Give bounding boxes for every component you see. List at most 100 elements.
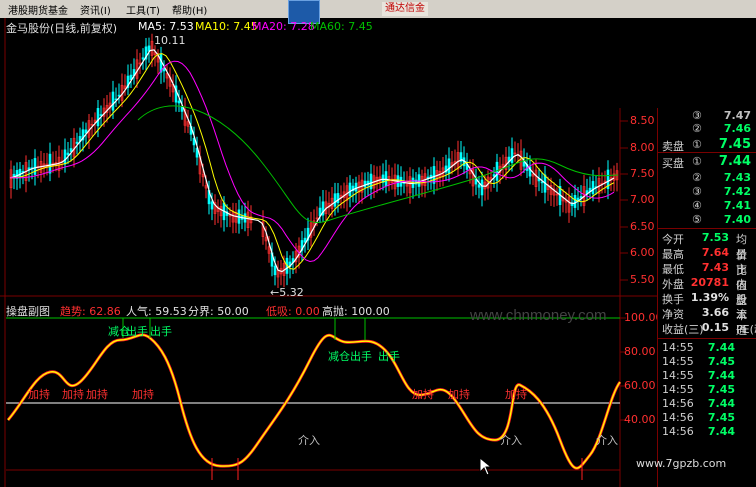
stat-label: 收益(三) [662,323,704,336]
signal-label: 出手 [350,349,372,363]
price-tick-label: 6.00 [630,246,655,259]
bid-price-3: 7.42 [723,185,751,198]
tick-row: 14:56 7.44 [658,424,756,440]
signal-label: 出手 [126,324,148,338]
signal-label: 加持 [132,387,154,401]
tick-price: 7.45 [707,411,735,424]
signal-label: 介入 [298,434,320,447]
candle-body [363,180,367,188]
tick-time: 14:55 [662,383,694,396]
candle-body [273,265,277,276]
tick-price: 7.45 [707,355,735,368]
candle-body [540,181,544,184]
bid-price-2: 7.43 [723,171,751,184]
candle-body [480,179,484,196]
candle-body [348,182,352,197]
candle-body [591,181,595,195]
stat-row: 今开 7.53 均价 [658,230,756,262]
price-tick-label: 8.00 [630,141,655,154]
signal-label: 出手 [378,349,400,363]
price-tick-label: 7.50 [630,167,655,180]
tick-price: 7.44 [707,397,735,410]
tick-price: 7.44 [707,369,735,382]
candle-body [333,193,337,207]
stat-value: 20781 [690,276,729,289]
mouse-cursor-icon [479,457,493,476]
low-marker: ←5.32 [270,286,304,299]
sub-tick-label: 40.00 [624,413,656,426]
stats-divider [658,228,756,229]
signal-label: 加持 [62,387,84,401]
candle-body [447,158,451,174]
candle-body [210,201,214,210]
tick-price: 7.44 [707,425,735,438]
stat-row: 换手 1.39% 股本 [658,290,756,322]
ask-level-1: ① [692,138,702,151]
signal-label: 介入 [500,434,522,447]
chart-canvas: 减仓出手 出手减仓 出手 出手加持 加持 加持 加持 加持 加持 加持介入 介入 介入 10.11 ←… [0,18,657,487]
stat-row: 净资 3.66 流通 [658,305,756,337]
price-tick-label: 6.50 [630,220,655,233]
tick-time: 14:55 [662,355,694,368]
quote-panel: ③ 7.47 ② 7.46 卖盘 ① 7.45 买盘 ① 7.44 ② 7.43… [657,108,756,487]
bid-level-4: ④ [692,199,702,212]
stat-tail: PE(动) [736,323,756,336]
ask-level-2: ② [692,122,702,135]
candle-body [111,91,115,111]
high-marker: 10.11 [154,34,186,47]
bid-level-2: ② [692,171,702,184]
tick-time: 14:55 [662,341,694,354]
mood-line [6,333,622,470]
tick-time: 14:55 [662,369,694,382]
stat-value: 7.43 [701,261,729,274]
signal-label: 加持 [505,387,527,401]
stat-value: 3.66 [701,306,729,319]
bid-price-4: 7.41 [723,199,751,212]
candle-body [336,193,340,204]
sub-tick-label: 60.00 [624,379,656,392]
stat-row: 最低 7.43 市值 [658,260,756,292]
signal-label: 加持 [28,387,50,401]
candle-body [354,182,358,192]
tick-time: 14:56 [662,411,694,424]
bid-level-3: ③ [692,185,702,198]
candle-body [96,108,100,127]
stat-row: 收益(三)0.15 PE(动) [658,320,756,336]
candle-body [510,148,514,163]
candle-body [432,166,436,184]
candle-body [48,153,52,174]
ask-row-2[interactable]: ② 7.46 [658,121,756,137]
stat-value: 1.39% [690,291,729,304]
ask-price-1: 7.45 [718,137,751,152]
signal-label: 介入 [596,434,618,447]
bid-level-5: ⑤ [692,213,702,226]
signal-label: 加持 [448,387,470,401]
tick-time: 14:56 [662,425,694,438]
candle-body [417,174,421,187]
stat-row: 外盘 20781 内盘 [658,275,756,307]
ticks-divider [658,338,756,339]
candle-body [177,100,181,104]
signal-label: 减仓 [328,349,350,363]
candle-body [18,168,22,178]
candle-body [33,158,37,175]
price-tick-label: 8.50 [630,114,655,127]
candle-body [162,68,166,72]
bid-row-5[interactable]: ⑤ 7.40 [658,212,756,228]
bid-row-1[interactable]: 买盘 ① 7.44 [658,153,756,170]
price-tick-label: 7.00 [630,193,655,206]
candle-body [75,141,79,144]
candle-body [573,194,577,208]
ask-price-2: 7.46 [723,122,751,135]
tick-price: 7.44 [707,341,735,354]
ask-row-1[interactable]: 卖盘 ① 7.45 [658,136,756,153]
bid-level-1: ① [692,155,702,168]
bid-price-1: 7.44 [718,154,751,169]
signal-label: 加持 [86,387,108,401]
stat-value: 0.15 [701,321,729,334]
signal-label: 加持 [412,387,434,401]
bid-header: 买盘 [662,157,684,170]
candle-body [66,152,70,156]
stat-value: 7.64 [701,246,729,259]
candle-body [492,174,496,177]
